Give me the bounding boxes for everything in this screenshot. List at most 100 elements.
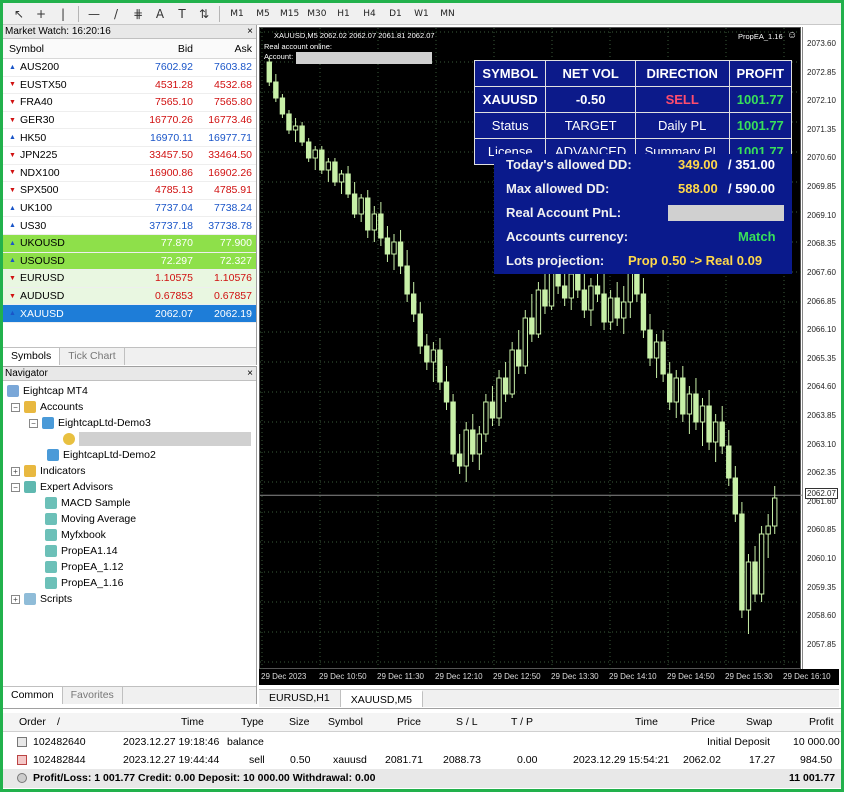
ask-cell: 72.327: [219, 254, 252, 267]
symbol-column-header[interactable]: Symbol: [3, 43, 135, 55]
timeframe-m15-button[interactable]: M15: [277, 5, 302, 23]
tab-common[interactable]: Common: [3, 687, 63, 704]
cursor-icon[interactable]: ↖: [9, 5, 29, 23]
main-toolbar: ↖ + | — / ⋕ A T ⇅ M1 M5 M15 M30 H1 H4 D1 W1 MN: [3, 3, 841, 25]
bid-column-header[interactable]: Bid: [135, 43, 193, 55]
expert-advisor-item[interactable]: Myfxbook: [45, 527, 106, 543]
candle-body: [483, 401, 489, 435]
text-icon[interactable]: A: [150, 5, 170, 23]
col-sort-icon[interactable]: /: [57, 716, 60, 728]
col-close-price[interactable]: Price: [691, 716, 715, 728]
timeframe-m5-button[interactable]: M5: [251, 5, 275, 23]
tab-xauusd-m5[interactable]: XAUUSD,M5: [340, 690, 423, 707]
col-close-time[interactable]: Time: [635, 716, 658, 728]
collapse-icon[interactable]: −: [11, 482, 20, 492]
symbol-cell: ▲ AUS200: [3, 61, 135, 73]
horizontal-line-icon[interactable]: —: [84, 5, 104, 23]
tree-account-user[interactable]: [63, 431, 251, 447]
expert-advisor-label: Moving Average: [61, 513, 137, 525]
tree-indicators[interactable]: + Indicators: [11, 463, 86, 479]
collapse-icon[interactable]: −: [29, 418, 38, 428]
market-watch-row[interactable]: ▼ EUSTX50 4531.28 4532.68: [3, 77, 256, 95]
timeframe-mn-button[interactable]: MN: [435, 5, 459, 23]
expert-advisor-item[interactable]: MACD Sample: [45, 495, 130, 511]
timeframe-d1-button[interactable]: D1: [383, 5, 407, 23]
expand-icon[interactable]: +: [11, 466, 20, 476]
col-sl[interactable]: S / L: [456, 716, 478, 728]
timeframe-h1-button[interactable]: H1: [331, 5, 355, 23]
market-watch-row[interactable]: ▼ NDX100 16900.86 16902.26: [3, 165, 256, 183]
trendline-icon[interactable]: /: [106, 5, 126, 23]
market-watch-row[interactable]: ▼ EURUSD 1.10575 1.10576: [3, 270, 256, 288]
candle: [404, 250, 410, 302]
collapse-icon[interactable]: −: [11, 402, 20, 412]
close-icon[interactable]: ×: [247, 25, 256, 38]
ask-column-header[interactable]: Ask: [193, 43, 255, 55]
tab-tick-chart[interactable]: Tick Chart: [60, 348, 125, 365]
col-price[interactable]: Price: [397, 716, 421, 728]
label-icon[interactable]: T: [172, 5, 192, 23]
expert-advisor-item[interactable]: PropEA_1.12: [45, 559, 123, 575]
candle: [516, 330, 522, 374]
arrows-icon[interactable]: ⇅: [194, 5, 214, 23]
tree-account-demo2[interactable]: EightcapLtd-Demo2: [47, 447, 156, 463]
order-type: balance: [227, 736, 264, 748]
market-watch-row[interactable]: ▼ SPX500 4785.13 4785.91: [3, 182, 256, 200]
tab-favorites[interactable]: Favorites: [63, 687, 123, 704]
tree-expert-advisors[interactable]: − Expert Advisors: [11, 479, 113, 495]
market-watch-row[interactable]: ▼ JPN225 33457.50 33464.50: [3, 147, 256, 165]
order-price: 2081.71: [385, 754, 423, 766]
tree-expert-advisors-label: Expert Advisors: [40, 481, 113, 493]
expand-icon[interactable]: +: [11, 594, 20, 604]
candle-body: [279, 97, 286, 115]
tree-scripts[interactable]: + Scripts: [11, 591, 72, 607]
market-watch-row[interactable]: ▲ UK100 7737.04 7738.24: [3, 200, 256, 218]
candle-body: [371, 213, 378, 231]
market-watch-row[interactable]: ▼ GER30 16770.26 16773.46: [3, 112, 256, 130]
tab-eurusd-h1[interactable]: EURUSD,H1: [259, 690, 341, 707]
tab-symbols[interactable]: Symbols: [3, 348, 61, 365]
candle-body: [699, 405, 706, 423]
market-watch-row[interactable]: ▲ AUS200 7602.92 7603.82: [3, 59, 256, 77]
tree-accounts[interactable]: − Accounts: [11, 399, 83, 415]
table-row[interactable]: 102482640 2023.12.27 19:18:46 balance In…: [3, 733, 841, 752]
market-watch-row[interactable]: ▲ UKOUSD 77.870 77.900: [3, 234, 256, 253]
col-profit[interactable]: Profit: [809, 716, 834, 728]
ea-summary-table: SYMBOL NET VOL DIRECTION PROFIT XAUUSD -…: [473, 60, 793, 165]
terminal-header: Order / Time Type Size Symbol Price S / …: [3, 713, 841, 732]
expert-icon: [45, 497, 57, 509]
col-order[interactable]: Order: [19, 716, 46, 728]
timeframe-w1-button[interactable]: W1: [409, 5, 433, 23]
expert-advisor-label: Myfxbook: [61, 529, 106, 541]
col-size[interactable]: Size: [289, 716, 309, 728]
table-row[interactable]: 102482844 2023.12.27 19:44:44 sell 0.50 …: [3, 751, 841, 770]
col-swap[interactable]: Swap: [746, 716, 772, 728]
market-watch-row[interactable]: ▼ FRA40 7565.10 7565.80: [3, 94, 256, 112]
col-tp[interactable]: T / P: [511, 716, 533, 728]
col-type[interactable]: Type: [241, 716, 264, 728]
timeframe-m30-button[interactable]: M30: [304, 5, 329, 23]
close-icon[interactable]: ×: [247, 367, 256, 380]
expert-advisor-item[interactable]: PropEA_1.16: [45, 575, 123, 591]
market-watch-row[interactable]: ▲ XAUUSD 2062.07 2062.19: [3, 305, 256, 323]
col-symbol[interactable]: Symbol: [328, 716, 363, 728]
candle: [279, 94, 286, 118]
fibonacci-icon[interactable]: ⋕: [128, 5, 148, 23]
vertical-line-icon[interactable]: |: [53, 5, 73, 23]
timeframe-m1-button[interactable]: M1: [225, 5, 249, 23]
col-time[interactable]: Time: [181, 716, 204, 728]
market-watch-row[interactable]: ▲ HK50 16970.11 16977.71: [3, 129, 256, 147]
expert-advisor-item[interactable]: Moving Average: [45, 511, 136, 527]
candle: [266, 58, 272, 86]
timeframe-h4-button[interactable]: H4: [357, 5, 381, 23]
market-watch-row[interactable]: ▲ USOUSD 72.297 72.327: [3, 252, 256, 271]
time-axis-label: 29 Dec 10:50: [319, 672, 367, 681]
tree-account-demo3[interactable]: − EightcapLtd-Demo3: [29, 415, 151, 431]
market-watch-row[interactable]: ▼ AUDUSD 0.67853 0.67857: [3, 287, 256, 306]
expert-advisor-item[interactable]: PropEA1.14: [45, 543, 118, 559]
market-watch-row[interactable]: ▲ US30 37737.18 37738.78: [3, 217, 256, 235]
tree-root[interactable]: Eightcap MT4: [7, 383, 88, 399]
bid-cell: 16770.26: [149, 114, 193, 127]
ask-cell: 2062.19: [214, 307, 252, 320]
crosshair-icon[interactable]: +: [31, 5, 51, 23]
